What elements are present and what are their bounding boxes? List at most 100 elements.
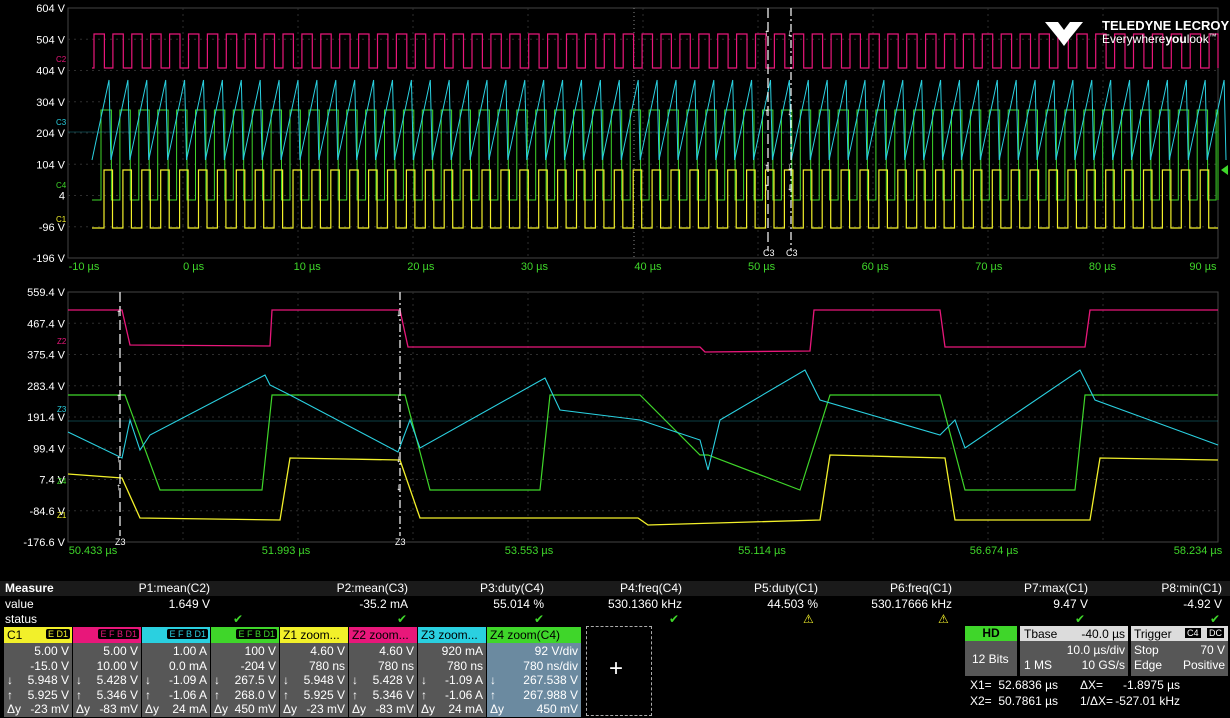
row-label: ↓ xyxy=(145,673,151,687)
cursor-arrow-icon: ↑ xyxy=(764,28,769,39)
param-value: 530.17666 kHz xyxy=(871,597,952,611)
x-tick-label: 53.553 µs xyxy=(505,545,554,557)
x-tick-label: -10 µs xyxy=(69,261,100,273)
cursor-label: C3 xyxy=(786,248,798,258)
channel-value: 5.925 V xyxy=(303,687,345,702)
channel-descriptor[interactable]: E F B D1 100 V -204 V 267.5 V ↓ 268.0 V ↑ 450 m… xyxy=(210,626,280,718)
channel-value: 0.0 mA xyxy=(168,658,207,673)
cursor-arrow-icon: ↑ xyxy=(116,482,121,493)
trigger-label: Trigger xyxy=(1134,627,1172,641)
x1-label: X1= xyxy=(970,678,992,692)
cursor-arrow-icon: ↑ xyxy=(116,454,121,465)
channel-value: 5.428 V xyxy=(372,673,414,687)
channel-value: 5.00 V xyxy=(103,644,138,658)
row-label: ↑ xyxy=(76,687,82,702)
channel-value: -15.0 V xyxy=(30,658,69,673)
measure-status-row: status ✔ ✔ ✔ ✔ ⚠ ⚠ ✔ ✔ xyxy=(0,612,1230,627)
x-tick-label: 55.114 µs xyxy=(738,545,786,557)
cursor-arrow-icon: ↓ xyxy=(396,482,401,493)
channel-value: 920 mA xyxy=(441,644,483,658)
channel-value: 5.948 V xyxy=(303,673,345,687)
channel-name: C1 xyxy=(7,628,23,642)
bottom-panel: Measure P1:mean(C2) P2:mean(C3) P3:duty(… xyxy=(0,579,1230,718)
channel-descriptor[interactable]: E F B D1 5.00 V 10.00 V 5.428 V ↓ 5.346 V ↑ -83… xyxy=(72,626,142,718)
y-tick-label: 4 xyxy=(59,191,65,203)
channel-descriptor[interactable]: C1 E D1 5.00 V -15.0 V 5.948 V ↓ 5.925 V ↑ -23 m… xyxy=(3,626,73,718)
param-name[interactable]: P3:duty(C4) xyxy=(480,581,544,595)
cursor-label: Z3 xyxy=(115,537,126,547)
channel-header: Z1 zoom... xyxy=(280,627,348,643)
channel-value: 4.60 V xyxy=(379,644,414,658)
channel-value: -83 mV xyxy=(375,702,414,716)
row-label: Δy xyxy=(76,702,91,716)
channel-flags: E D1 xyxy=(45,629,70,639)
x-tick-label: 80 µs xyxy=(1089,261,1117,273)
channel-descriptor[interactable]: Z3 zoom... 920 mA 780 ns -1.09 A ↓ -1.06 A ↑ 24… xyxy=(417,626,487,718)
channel-value: 780 ns xyxy=(308,658,345,673)
brand-name: TELEDYNE LECROY xyxy=(1102,18,1229,33)
param-value: 9.47 V xyxy=(1053,597,1088,611)
channel-value: 268.0 V xyxy=(234,687,276,702)
cursor-readout: X1= 52.6836 µs ΔX= -1.8975 µs X2= 50.786… xyxy=(968,678,1230,716)
param-value: -35.2 mA xyxy=(359,597,408,611)
row-label: ↓ xyxy=(7,673,13,687)
x1-value: 52.6836 µs xyxy=(998,678,1058,692)
channel-descriptor[interactable]: Z1 zoom... 4.60 V 780 ns 5.948 V ↓ 5.925 V ↑ -2… xyxy=(279,626,349,718)
measure-label[interactable]: Measure xyxy=(5,581,54,595)
channel-value: -1.06 A xyxy=(444,687,483,702)
y-tick-label: 375.4 V xyxy=(27,350,66,362)
param-value: 44.503 % xyxy=(767,597,818,611)
trigger-mode: Stop xyxy=(1134,643,1159,657)
param-name[interactable]: P7:max(C1) xyxy=(1024,581,1088,595)
channel-value: 100 V xyxy=(244,644,276,658)
row-label: ↓ xyxy=(421,673,427,687)
trigger-panel[interactable]: Trigger C4 DC Stop 70 V Edge Positive xyxy=(1131,626,1228,676)
cursor-arrow-icon: ↓ xyxy=(787,182,792,193)
channel-value: 5.346 V xyxy=(372,687,414,702)
y-tick-label: -196 V xyxy=(33,253,66,265)
channel-value: 92 V/div xyxy=(534,644,578,658)
svg-text:Everywhereyoulook™: Everywhereyoulook™ xyxy=(1102,32,1217,46)
x-tick-label: 10 µs xyxy=(294,261,322,273)
add-trace-button[interactable]: + xyxy=(586,626,652,716)
channel-value: 450 mV xyxy=(536,702,578,716)
param-name[interactable]: P1:mean(C2) xyxy=(139,581,210,595)
cursor-arrow-icon: ↑ xyxy=(764,182,769,193)
param-name[interactable]: P4:freq(C4) xyxy=(620,581,682,595)
channel-value: 780 ns xyxy=(446,658,483,673)
channel-value: 5.00 V xyxy=(34,644,69,658)
channel-value: -1.09 A xyxy=(444,673,483,687)
channel-name: Z2 zoom... xyxy=(352,628,409,642)
cursor-arrow-icon: ↓ xyxy=(787,28,792,39)
trigger-channel: C4 xyxy=(1185,628,1201,638)
cursor-arrow-icon: ↓ xyxy=(396,308,401,319)
memory-depth: 1 MS xyxy=(1024,658,1053,672)
cursor-arrow-icon: ↑ xyxy=(764,107,769,118)
param-name[interactable]: P6:freq(C1) xyxy=(890,581,952,595)
status-ok-icon: ✔ xyxy=(669,612,680,626)
status-warning-icon: ⚠ xyxy=(803,612,814,626)
channel-value: 5.948 V xyxy=(27,673,69,687)
row-label: Δy xyxy=(283,702,298,716)
channel-value: 4.60 V xyxy=(310,644,345,658)
channel-value: 267.5 V xyxy=(234,673,276,687)
timebase-panel[interactable]: Tbase -40.0 µs 10.0 µs/div 1 MS 10 GS/s xyxy=(1020,626,1128,676)
inv-dx-value: -527.01 kHz xyxy=(1115,694,1180,708)
row-label: Δy xyxy=(214,702,229,716)
param-name[interactable]: P8:min(C1) xyxy=(1161,581,1222,595)
channel-descriptor[interactable]: Z4 zoom(C4) 92 V/div 780 ns/div 267.538 V ↓ 2… xyxy=(486,626,582,718)
param-name[interactable]: P5:duty(C1) xyxy=(754,581,818,595)
channel-value: 267.538 V xyxy=(523,673,578,687)
x-tick-label: 40 µs xyxy=(634,261,662,273)
tbase-value: -40.0 µs xyxy=(1081,627,1125,641)
y-tick-label: 467.4 V xyxy=(27,318,66,330)
x-tick-label: 58.234 µs xyxy=(1174,545,1223,557)
trace-label: Z4 xyxy=(57,477,67,486)
measure-header-row: Measure P1:mean(C2) P2:mean(C3) P3:duty(… xyxy=(0,581,1230,596)
row-label: ↓ xyxy=(76,673,82,687)
channel-descriptor[interactable]: Z2 zoom... 4.60 V 780 ns 5.428 V ↓ 5.346 V ↑ -8… xyxy=(348,626,418,718)
param-name[interactable]: P2:mean(C3) xyxy=(337,581,408,595)
trace-label: Z2 xyxy=(57,337,67,346)
row-label: ↑ xyxy=(7,687,13,702)
channel-descriptor[interactable]: E F B D1 1.00 A 0.0 mA -1.09 A ↓ -1.06 A ↑ 24 m… xyxy=(141,626,211,718)
